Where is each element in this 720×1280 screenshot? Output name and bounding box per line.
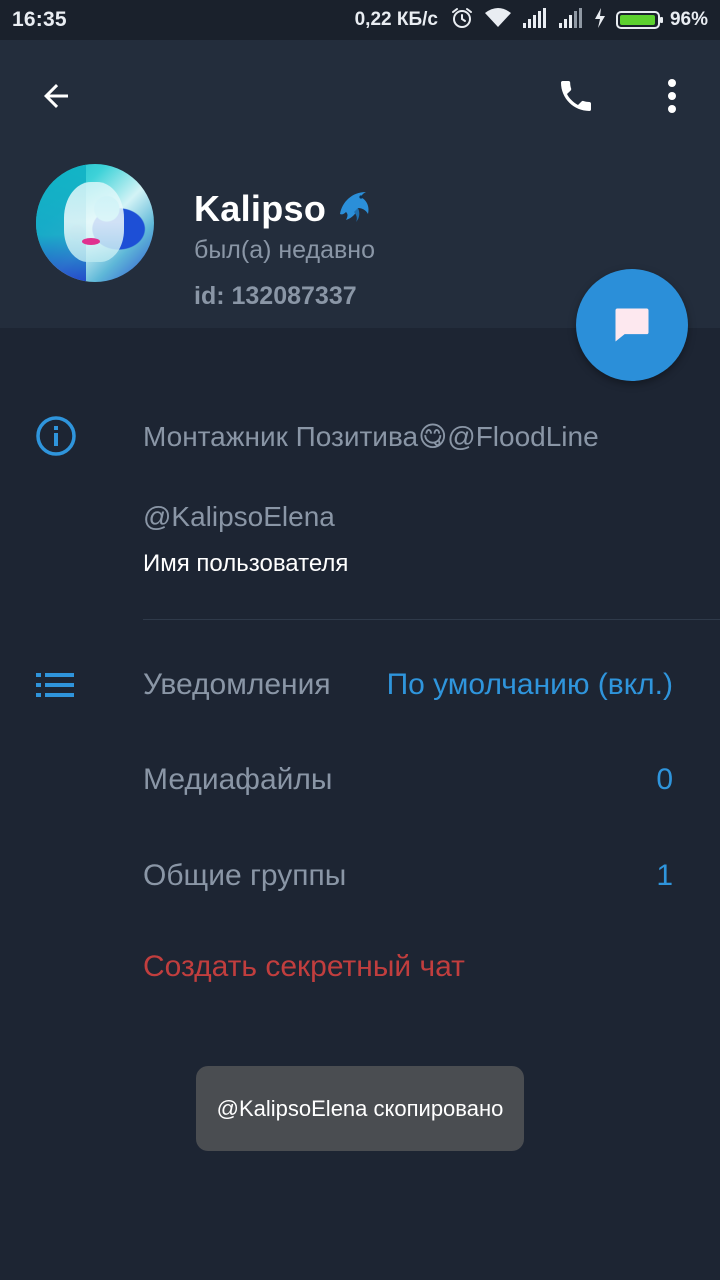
notifications-row[interactable]: Уведомления По умолчанию (вкл.) (143, 660, 673, 710)
notifications-label: Уведомления (143, 668, 331, 701)
profile-name: Kalipso (194, 184, 376, 233)
more-menu-button[interactable] (640, 64, 704, 128)
arrow-left-icon (44, 84, 68, 108)
charging-icon (594, 7, 606, 34)
profile-name-text: Kalipso (194, 187, 327, 229)
call-button[interactable] (544, 64, 608, 128)
last-seen-status: был(а) недавно (194, 236, 376, 264)
user-id: id: 132087337 (194, 282, 357, 310)
media-label: Медиафайлы (143, 763, 333, 796)
list-icon (36, 672, 76, 698)
common-groups-label: Общие группы (143, 859, 347, 892)
message-icon (615, 308, 649, 342)
notifications-value: По умолчанию (вкл.) (386, 668, 673, 701)
battery-percent: 96% (669, 9, 708, 30)
alarm-icon (450, 6, 474, 35)
media-row[interactable]: Медиафайлы 0 (143, 755, 673, 805)
start-secret-chat-button[interactable]: Создать секретный чат (143, 950, 465, 984)
signal-icon (558, 7, 584, 34)
status-time: 16:35 (12, 8, 67, 31)
username-value[interactable]: @KalipsoElena (143, 501, 335, 533)
common-groups-count: 1 (656, 859, 673, 892)
signal-icon (522, 7, 548, 34)
dolphin-icon (332, 184, 376, 233)
back-button[interactable] (24, 64, 88, 128)
message-fab-button[interactable] (576, 269, 688, 381)
battery-level-fill (619, 15, 655, 25)
status-bar: 16:35 0,22 КБ/с 96% (0, 0, 720, 40)
status-icons: 0,22 КБ/с 96% (355, 6, 708, 34)
more-vertical-icon (668, 79, 676, 113)
user-bio[interactable]: Монтажник Позитива😋@FloodLine (143, 420, 599, 453)
info-icon (34, 414, 78, 458)
network-speed: 0,22 КБ/с (354, 9, 438, 30)
phone-icon (561, 81, 591, 111)
avatar[interactable] (36, 164, 154, 282)
avatar-lips (82, 238, 100, 245)
common-groups-row[interactable]: Общие группы 1 (143, 851, 673, 901)
avatar-face (64, 182, 124, 262)
copied-toast: @KalipsoElena скопировано (196, 1066, 524, 1151)
media-count: 0 (656, 763, 673, 796)
battery-icon (615, 11, 663, 29)
username-label: Имя пользователя (143, 550, 349, 577)
wifi-icon (484, 7, 512, 34)
divider (143, 619, 720, 620)
